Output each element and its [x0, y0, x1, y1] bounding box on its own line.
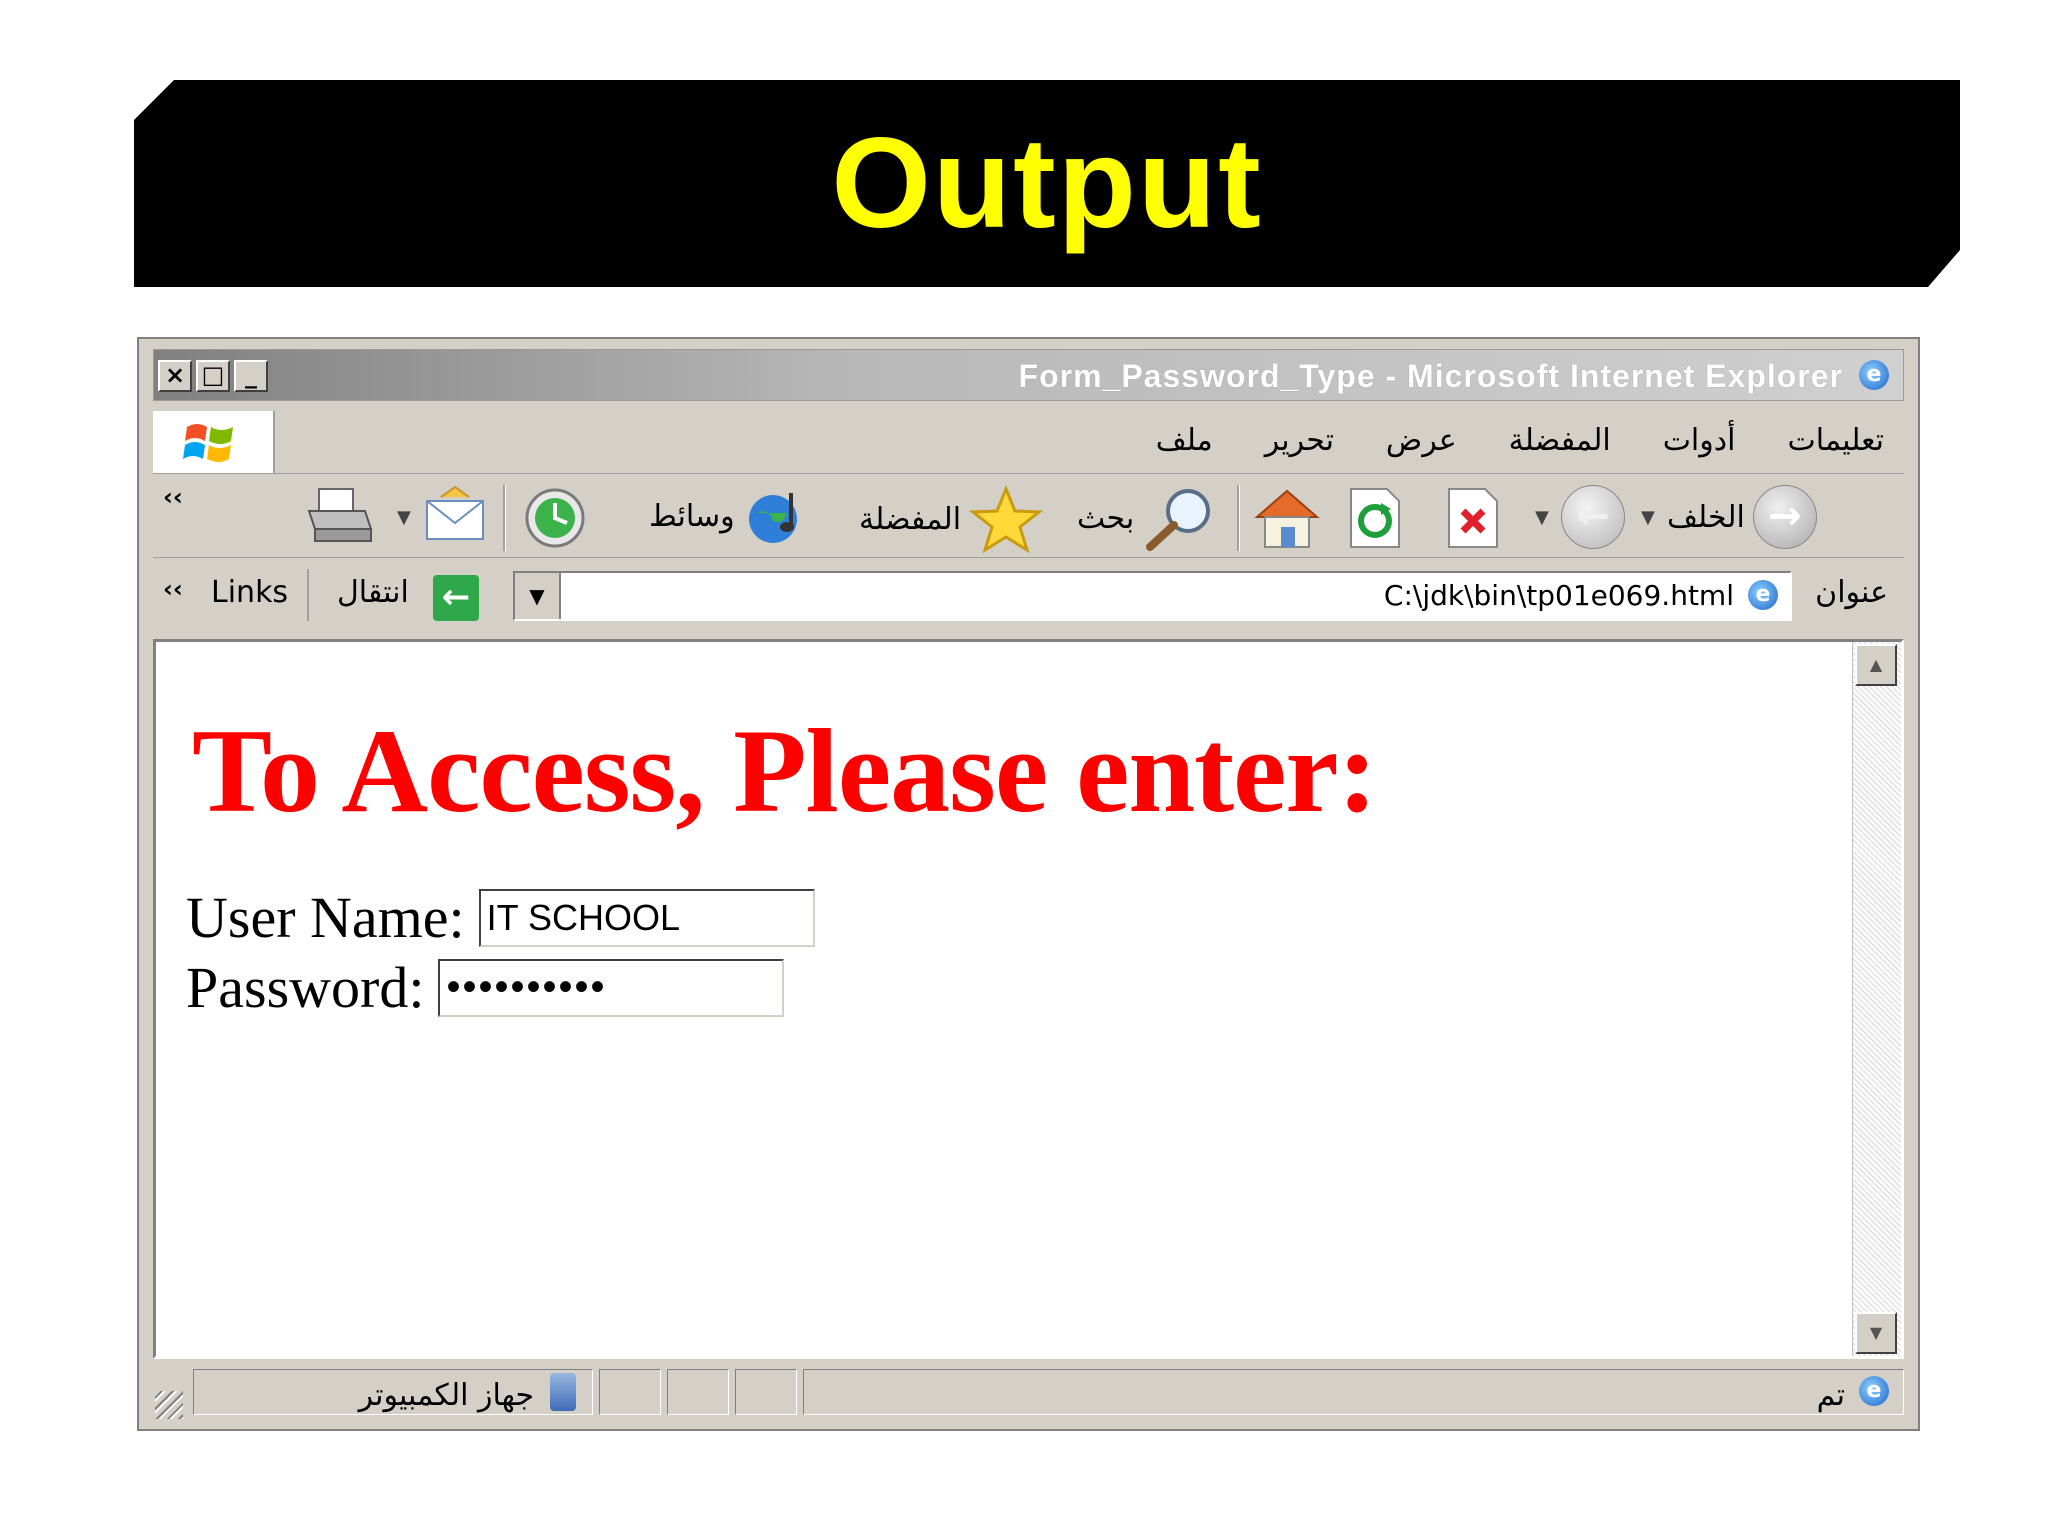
page-ie-icon: e [1748, 580, 1778, 610]
address-url: C:\jdk\bin\tp01e069.html [1383, 579, 1734, 612]
stop-button[interactable] [1443, 485, 1503, 551]
windows-logo-icon [183, 424, 233, 462]
status-pane-empty [735, 1369, 797, 1415]
minimize-icon: _ [245, 361, 257, 389]
search-button[interactable]: بحث [1077, 485, 1218, 551]
address-bar: ‹‹ Links انتقال ← ▼ C:\jdk\bin\tp01e069.… [153, 561, 1904, 629]
history-button[interactable] [519, 485, 591, 551]
status-done-text: تم [1816, 1378, 1845, 1413]
toolbar-overflow-chevron-icon[interactable]: ‹‹ [163, 483, 183, 511]
status-ie-icon: e [1859, 1376, 1889, 1406]
links-label[interactable]: Links [211, 575, 288, 610]
refresh-icon [1350, 488, 1400, 548]
mail-dropdown-icon[interactable]: ▼ [397, 507, 411, 528]
status-main-pane: تم e [803, 1369, 1904, 1415]
maximize-button[interactable]: □ [196, 360, 230, 392]
username-label: User Name: [186, 885, 465, 950]
vertical-scrollbar[interactable]: ▲ ▼ [1852, 642, 1901, 1356]
menu-view[interactable]: عرض [1386, 423, 1457, 458]
status-pane-empty [599, 1369, 661, 1415]
media-icon [748, 493, 797, 543]
links-overflow-chevron-icon[interactable]: ‹‹ [163, 575, 183, 603]
windows-logo-box [153, 411, 275, 473]
printer-icon [307, 488, 373, 542]
slide-title-banner: Output [134, 80, 1960, 287]
title-bar: × □ _ Form_Password_Type - Microsoft Int… [153, 349, 1904, 401]
ie-icon: e [1859, 360, 1889, 390]
minimize-button[interactable]: _ [234, 360, 268, 392]
status-zone-pane: جهاز الكمبيوتر [193, 1369, 593, 1415]
password-row: Password: [186, 954, 785, 1021]
status-bar: جهاز الكمبيوتر تم e [153, 1363, 1904, 1421]
back-label: الخلف [1667, 499, 1745, 535]
browser-window: × □ _ Form_Password_Type - Microsoft Int… [137, 337, 1920, 1431]
menu-help[interactable]: تعليمات [1787, 423, 1884, 458]
refresh-button[interactable] [1345, 485, 1405, 551]
address-dropdown-icon[interactable]: ▼ [515, 573, 561, 619]
address-label: عنوان [1815, 575, 1888, 610]
media-label: وسائط [649, 498, 735, 534]
browser-window-inner: × □ _ Form_Password_Type - Microsoft Int… [153, 349, 1904, 1421]
address-input[interactable]: ▼ C:\jdk\bin\tp01e069.html e [513, 571, 1792, 621]
forward-dropdown-icon[interactable]: ▼ [1535, 507, 1549, 528]
favorites-button[interactable]: المفضلة [859, 485, 1044, 553]
slide-title: Output [831, 112, 1263, 255]
password-label: Password: [186, 955, 425, 1020]
go-label[interactable]: انتقال [337, 575, 409, 610]
stop-icon [1448, 488, 1498, 548]
history-icon [525, 488, 585, 548]
favorites-label: المفضلة [859, 501, 962, 537]
menu-edit[interactable]: تحرير [1265, 423, 1334, 458]
status-pane-empty [667, 1369, 729, 1415]
menu-favorites[interactable]: المفضلة [1509, 423, 1611, 458]
back-button[interactable]: الخلف → [1667, 485, 1817, 549]
forward-button[interactable]: ← [1561, 485, 1625, 549]
forward-arrow-icon: ← [1561, 485, 1625, 549]
go-arrow-icon[interactable]: ← [433, 575, 479, 621]
computer-icon [550, 1373, 576, 1411]
maximize-icon: □ [201, 361, 225, 389]
menu-items: ملف تحرير عرض المفضلة أدوات تعليمات [1156, 423, 1884, 458]
page-content: To Access, Please enter: User Name: Pass… [153, 639, 1904, 1359]
favorites-star-icon [969, 485, 1044, 553]
toolbar-separator [503, 485, 506, 551]
media-button[interactable]: وسائط [649, 485, 813, 547]
mail-icon [426, 485, 484, 540]
menu-bar: ملف تحرير عرض المفضلة أدوات تعليمات [153, 409, 1904, 474]
menu-tools[interactable]: أدوات [1663, 423, 1736, 458]
status-zone-text: جهاز الكمبيوتر [358, 1378, 534, 1413]
username-row: User Name: [186, 884, 815, 951]
address-separator [307, 569, 309, 621]
mail-button[interactable] [423, 485, 487, 547]
back-dropdown-icon[interactable]: ▼ [1641, 507, 1655, 528]
print-button[interactable] [305, 485, 375, 547]
password-input[interactable] [438, 958, 785, 1017]
close-icon: × [164, 361, 186, 389]
back-arrow-icon: → [1752, 485, 1817, 549]
toolbar-separator [1237, 485, 1240, 551]
window-title: Form_Password_Type - Microsoft Internet … [1018, 358, 1843, 394]
home-icon [1254, 489, 1320, 548]
resize-grip-icon[interactable] [155, 1391, 183, 1419]
username-input[interactable] [478, 888, 815, 947]
home-button[interactable] [1251, 485, 1323, 551]
standard-toolbar: ‹‹ ▼ وسائط المفضلة بحث ▼ ← ▼ الخلف → [153, 477, 1904, 558]
menu-file[interactable]: ملف [1156, 423, 1213, 458]
scroll-down-icon[interactable]: ▼ [1855, 1312, 1897, 1354]
close-button[interactable]: × [158, 360, 192, 392]
page-heading: To Access, Please enter: [192, 704, 1378, 837]
scroll-up-icon[interactable]: ▲ [1855, 644, 1897, 686]
search-label: بحث [1077, 500, 1135, 536]
search-icon [1146, 489, 1211, 551]
